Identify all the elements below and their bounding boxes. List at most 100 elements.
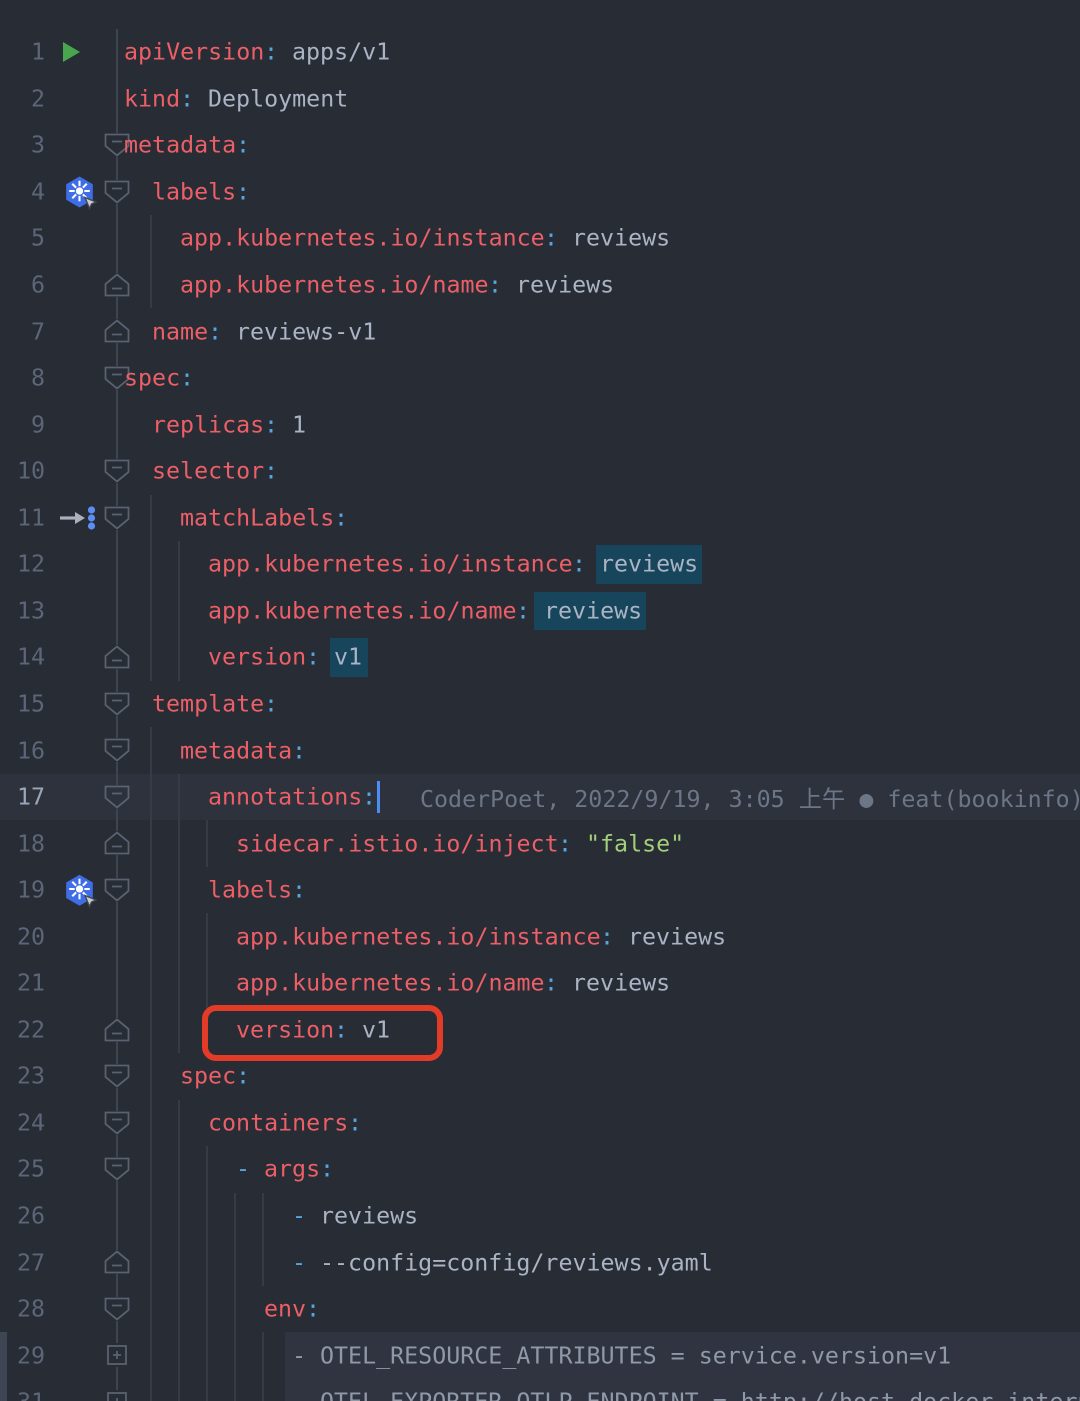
fold-marker-open[interactable] xyxy=(104,459,130,483)
code-line-20[interactable]: 20app.kubernetes.io/instance:reviews xyxy=(0,913,1080,960)
code-line-9[interactable]: 9replicas:1 xyxy=(0,401,1080,448)
code-line-12[interactable]: 12app.kubernetes.io/instance:reviews xyxy=(0,541,1080,588)
code-line-29[interactable]: 29-OTEL_RESOURCE_ATTRIBUTES = service.ve… xyxy=(0,1332,1080,1379)
code-line-2[interactable]: 2kind:Deployment xyxy=(0,76,1080,123)
code-line-16[interactable]: 16metadata: xyxy=(0,727,1080,774)
code-line-15[interactable]: 15template: xyxy=(0,681,1080,728)
yaml-punct: : xyxy=(516,597,530,624)
code-line-19[interactable]: 19labels: xyxy=(0,867,1080,914)
indent-guide xyxy=(234,1286,236,1333)
indent-guide xyxy=(150,1286,152,1333)
code-line-3[interactable]: 3metadata: xyxy=(0,122,1080,169)
fold-marker-collapsed[interactable] xyxy=(104,1390,130,1401)
yaml-punct: - xyxy=(236,1156,250,1183)
yaml-value: reviews xyxy=(320,1203,418,1230)
indent-guide xyxy=(178,960,180,1007)
indent-guide xyxy=(150,588,152,635)
fold-marker-open[interactable] xyxy=(104,878,130,902)
indent-guide xyxy=(234,1379,236,1401)
fold-marker-close[interactable] xyxy=(104,273,130,297)
fold-marker-open[interactable] xyxy=(104,692,130,716)
fold-marker-open[interactable] xyxy=(104,738,130,762)
yaml-key: name xyxy=(152,318,208,345)
indent-guide xyxy=(178,1332,180,1379)
indent-guide xyxy=(150,1379,152,1401)
code-line-17[interactable]: 17annotations:CoderPoet, 2022/9/19, 3:05… xyxy=(0,774,1080,821)
fold-marker-open[interactable] xyxy=(104,1157,130,1181)
fold-marker-open[interactable] xyxy=(104,1297,130,1321)
line-number: 13 xyxy=(0,597,45,624)
yaml-key: app.kubernetes.io/instance xyxy=(180,225,545,252)
fold-marker-collapsed[interactable] xyxy=(104,1343,130,1367)
code-line-6[interactable]: 6app.kubernetes.io/name:reviews xyxy=(0,262,1080,309)
indent-guide xyxy=(206,1193,208,1240)
kubernetes-icon[interactable] xyxy=(64,176,95,207)
yaml-punct: : xyxy=(544,970,558,997)
line-number: 15 xyxy=(0,690,45,717)
yaml-value: apps/v1 xyxy=(292,39,390,66)
fold-marker-open[interactable] xyxy=(104,506,130,530)
yaml-punct: : xyxy=(334,504,348,531)
fold-marker-close[interactable] xyxy=(104,831,130,855)
code-line-27[interactable]: 27---config=config/reviews.yaml xyxy=(0,1239,1080,1286)
line-number: 8 xyxy=(0,365,45,392)
line-number: 22 xyxy=(0,1016,45,1043)
fold-marker-close[interactable] xyxy=(104,319,130,343)
fold-marker-close[interactable] xyxy=(104,1250,130,1274)
yaml-value: reviews xyxy=(572,225,670,252)
fold-marker-open[interactable] xyxy=(104,1064,130,1088)
line-number: 24 xyxy=(0,1109,45,1136)
kubernetes-icon[interactable] xyxy=(64,875,95,906)
code-line-4[interactable]: 4labels: xyxy=(0,169,1080,216)
indent-guide xyxy=(178,774,180,821)
line-number: 5 xyxy=(0,225,45,252)
code-line-1[interactable]: 1apiVersion:apps/v1 xyxy=(0,29,1080,76)
yaml-key: replicas xyxy=(152,411,264,438)
indent-guide xyxy=(234,1193,236,1240)
yaml-key: kind xyxy=(124,85,180,112)
selector-nav-icon[interactable] xyxy=(56,503,98,533)
code-line-28[interactable]: 28env: xyxy=(0,1286,1080,1333)
line-number: 10 xyxy=(0,458,45,485)
fold-marker-open[interactable] xyxy=(104,180,130,204)
indent-guide xyxy=(150,1007,152,1054)
gutter-fold-line xyxy=(116,1193,118,1240)
indent-guide xyxy=(206,960,208,1007)
code-line-21[interactable]: 21app.kubernetes.io/name:reviews xyxy=(0,960,1080,1007)
code-line-5[interactable]: 5app.kubernetes.io/instance:reviews xyxy=(0,215,1080,262)
fold-marker-open[interactable] xyxy=(104,1111,130,1135)
code-line-22[interactable]: 22version:v1 xyxy=(0,1007,1080,1054)
code-line-14[interactable]: 14version:v1 xyxy=(0,634,1080,681)
code-line-23[interactable]: 23spec: xyxy=(0,1053,1080,1100)
yaml-punct: : xyxy=(572,551,586,578)
indent-guide xyxy=(178,1379,180,1401)
yaml-key: apiVersion xyxy=(124,39,264,66)
code-line-7[interactable]: 7name:reviews-v1 xyxy=(0,308,1080,355)
code-line-25[interactable]: 25-args: xyxy=(0,1146,1080,1193)
code-line-31[interactable]: 31-OTEL_EXPORTER_OTLP_ENDPOINT = http://… xyxy=(0,1379,1080,1401)
indent-guide xyxy=(178,541,180,588)
line-number: 12 xyxy=(0,551,45,578)
indent-guide xyxy=(178,820,180,867)
fold-marker-close[interactable] xyxy=(104,645,130,669)
code-line-18[interactable]: 18sidecar.istio.io/inject:"false" xyxy=(0,820,1080,867)
fold-marker-close[interactable] xyxy=(104,1018,130,1042)
code-line-10[interactable]: 10selector: xyxy=(0,448,1080,495)
gutter-fold-line xyxy=(116,29,118,76)
indent-guide xyxy=(178,1007,180,1054)
code-line-8[interactable]: 8spec: xyxy=(0,355,1080,402)
indent-guide xyxy=(178,1193,180,1240)
yaml-value: reviews-v1 xyxy=(236,318,376,345)
run-icon[interactable] xyxy=(60,40,82,64)
code-line-13[interactable]: 13app.kubernetes.io/name:reviews xyxy=(0,588,1080,635)
indent-guide xyxy=(150,1239,152,1286)
code-line-11[interactable]: 11matchLabels: xyxy=(0,495,1080,542)
yaml-key: metadata xyxy=(124,132,236,159)
code-line-24[interactable]: 24containers: xyxy=(0,1100,1080,1147)
yaml-punct: : xyxy=(600,923,614,950)
indent-guide xyxy=(234,1332,236,1379)
code-editor[interactable]: 1apiVersion:apps/v12kind:Deployment3meta… xyxy=(0,0,1080,1401)
indent-guide xyxy=(150,634,152,681)
code-line-26[interactable]: 26-reviews xyxy=(0,1193,1080,1240)
fold-marker-open[interactable] xyxy=(104,785,130,809)
